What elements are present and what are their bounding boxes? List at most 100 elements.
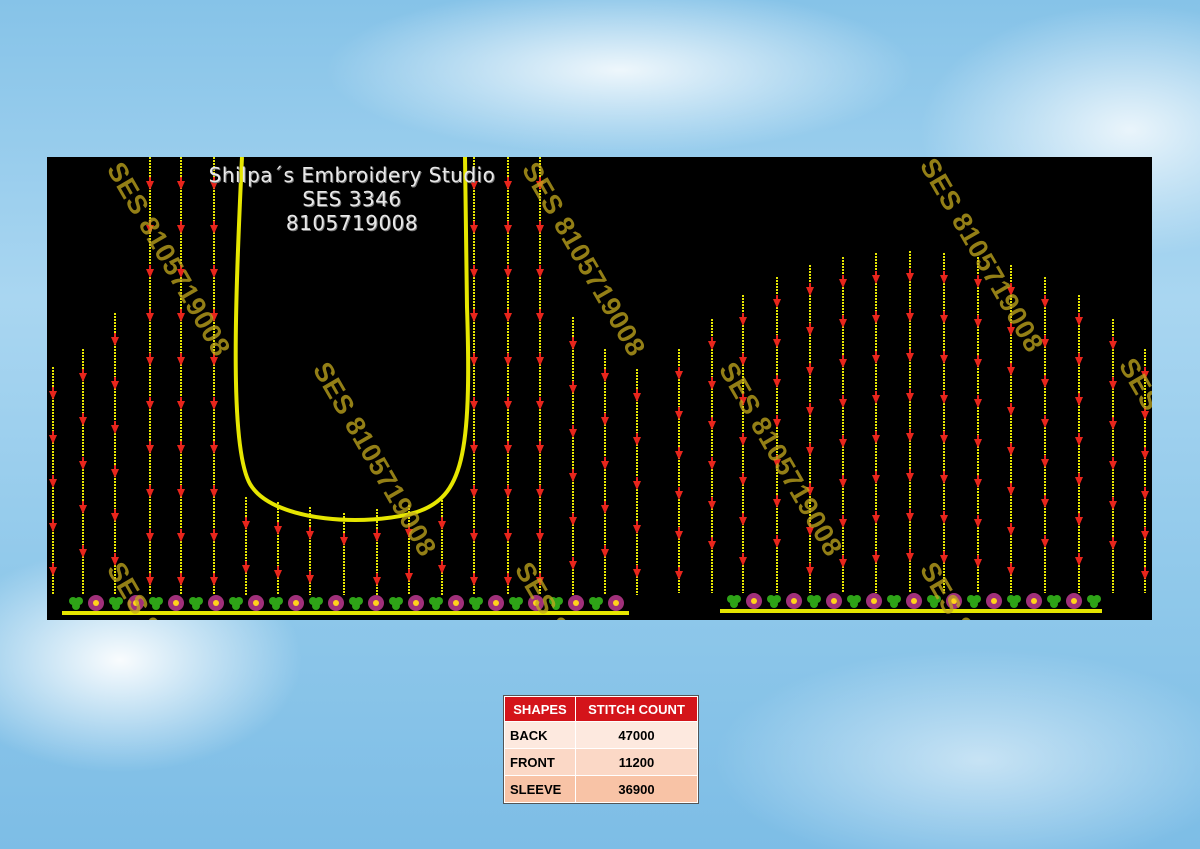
- red-drop: [601, 505, 609, 514]
- red-drop: [806, 287, 814, 296]
- red-drop: [1109, 501, 1117, 510]
- red-drop: [504, 269, 512, 278]
- flower-center: [911, 598, 917, 604]
- red-drop: [906, 393, 914, 402]
- flower-center: [831, 598, 837, 604]
- flower-center: [453, 600, 459, 606]
- leaf: [432, 602, 440, 610]
- red-drop: [504, 489, 512, 498]
- design-panel: SES 8105719008 SES 8105719008 SES 810571…: [47, 157, 1152, 620]
- red-drop: [675, 531, 683, 540]
- stitch-count-table: SHAPES STITCH COUNT BACK 47000 FRONT 112…: [503, 695, 699, 804]
- red-drop: [872, 515, 880, 524]
- red-drop: [504, 357, 512, 366]
- red-drop: [470, 489, 478, 498]
- red-drop: [536, 445, 544, 454]
- red-drop: [601, 461, 609, 470]
- red-drop: [536, 269, 544, 278]
- header-stitch-count: STITCH COUNT: [575, 696, 698, 722]
- red-drop: [974, 479, 982, 488]
- flower-center: [413, 600, 419, 606]
- red-drop: [79, 549, 87, 558]
- red-drop: [111, 425, 119, 434]
- red-drop: [1075, 357, 1083, 366]
- red-drop: [1007, 567, 1015, 576]
- red-drop: [79, 461, 87, 470]
- leaf: [970, 600, 978, 608]
- leaf: [1050, 600, 1058, 608]
- red-drop: [872, 435, 880, 444]
- flower-center: [1031, 598, 1037, 604]
- red-drop: [210, 577, 218, 586]
- red-drop: [111, 469, 119, 478]
- flower-center: [173, 600, 179, 606]
- table-header-row: SHAPES STITCH COUNT: [504, 696, 698, 722]
- red-drop: [739, 317, 747, 326]
- red-drop: [906, 353, 914, 362]
- red-drop: [536, 313, 544, 322]
- red-drop: [79, 505, 87, 514]
- red-drop: [940, 475, 948, 484]
- flower-center: [333, 600, 339, 606]
- red-drop: [1075, 437, 1083, 446]
- flower-center: [293, 600, 299, 606]
- red-drop: [111, 381, 119, 390]
- red-drop: [373, 577, 381, 586]
- red-drop: [906, 313, 914, 322]
- red-drop: [274, 570, 282, 579]
- red-drop: [806, 567, 814, 576]
- flower-center: [213, 600, 219, 606]
- red-drop: [872, 315, 880, 324]
- design-code: SES 3346: [302, 187, 402, 211]
- red-drop: [210, 489, 218, 498]
- red-drop: [49, 435, 57, 444]
- red-drop: [373, 533, 381, 542]
- red-drop: [773, 539, 781, 548]
- red-drop: [146, 445, 154, 454]
- leaf: [72, 602, 80, 610]
- red-drop: [839, 319, 847, 328]
- red-drop: [708, 421, 716, 430]
- red-drop: [633, 569, 641, 578]
- red-drop: [569, 429, 577, 438]
- red-drop: [111, 513, 119, 522]
- red-drop: [601, 373, 609, 382]
- red-drop: [1109, 421, 1117, 430]
- red-drop: [536, 357, 544, 366]
- shape-cell: BACK: [504, 721, 576, 749]
- red-drop: [438, 521, 446, 530]
- red-drop: [806, 407, 814, 416]
- leaf: [192, 602, 200, 610]
- red-drop: [708, 381, 716, 390]
- red-drop: [306, 531, 314, 540]
- red-drop: [773, 299, 781, 308]
- leaf: [312, 602, 320, 610]
- red-drop: [470, 401, 478, 410]
- red-drop: [872, 275, 880, 284]
- red-drop: [773, 379, 781, 388]
- red-drop: [146, 313, 154, 322]
- red-drop: [940, 515, 948, 524]
- red-drop: [839, 279, 847, 288]
- red-drop: [1041, 299, 1049, 308]
- red-drop: [633, 437, 641, 446]
- red-drop: [940, 395, 948, 404]
- red-drop: [940, 315, 948, 324]
- red-drop: [177, 225, 185, 234]
- red-drop: [177, 445, 185, 454]
- red-drop: [872, 555, 880, 564]
- shape-cell: FRONT: [504, 748, 576, 776]
- red-drop: [601, 417, 609, 426]
- red-drop: [1109, 461, 1117, 470]
- studio-header: Shilpa´s Embroidery Studio SES 3346 8105…: [197, 163, 507, 235]
- leaf: [592, 602, 600, 610]
- border-line: [720, 609, 1102, 613]
- red-drop: [1041, 539, 1049, 548]
- leaf: [770, 600, 778, 608]
- red-drop: [675, 451, 683, 460]
- red-drop: [146, 357, 154, 366]
- red-drop: [306, 575, 314, 584]
- table-row: SLEEVE 36900: [504, 775, 698, 803]
- red-drop: [675, 571, 683, 580]
- red-drop: [675, 371, 683, 380]
